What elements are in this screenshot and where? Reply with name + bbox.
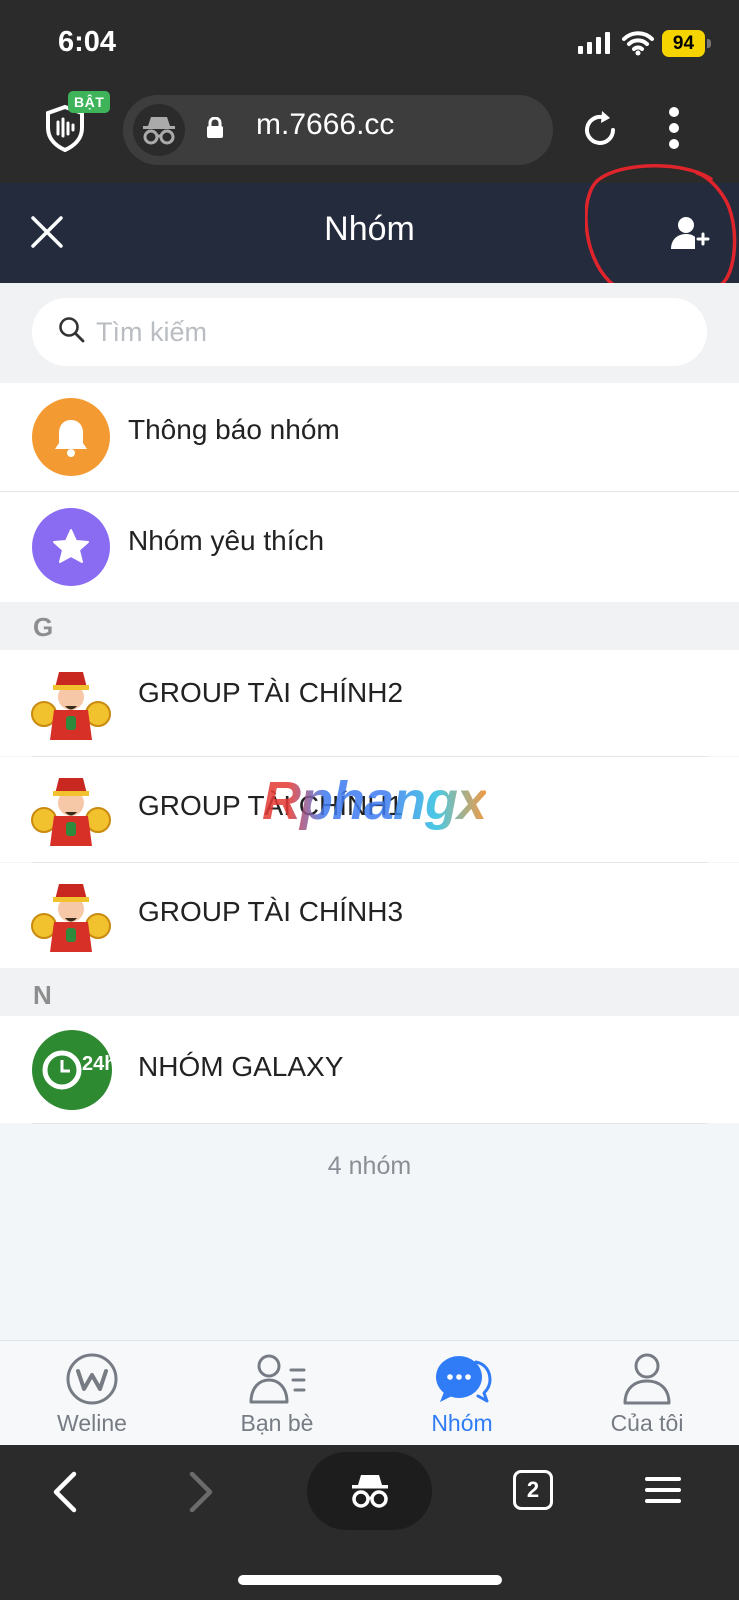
tab-switcher-button[interactable]: 2 <box>513 1470 553 1510</box>
incognito-icon <box>143 117 175 145</box>
search-icon <box>59 317 85 343</box>
god-of-wealth-avatar <box>31 884 111 952</box>
group-count: 4 nhóm <box>327 1152 412 1180</box>
group-row[interactable]: GROUP TÀI CHÍNH2 <box>0 650 739 756</box>
list-item-label: Nhóm yêu thích <box>128 525 325 556</box>
cellular-signal-icon <box>578 32 613 54</box>
god-of-wealth-avatar <box>31 672 111 740</box>
tab-label: Weline <box>57 1410 127 1436</box>
more-menu-icon[interactable] <box>668 106 680 150</box>
wifi-icon <box>622 31 654 56</box>
chat-bubbles-icon <box>436 1356 492 1403</box>
tab-weline[interactable]: Weline <box>22 1340 162 1445</box>
back-icon[interactable] <box>50 1470 80 1514</box>
tab-profile[interactable]: Của tôi <box>577 1340 717 1445</box>
forward-icon[interactable] <box>186 1470 216 1514</box>
tab-friends[interactable]: Bạn bè <box>207 1340 347 1445</box>
hamburger-menu-icon[interactable] <box>645 1476 681 1504</box>
watermark-text: Rphangx <box>262 771 487 831</box>
status-time: 6:04 <box>58 26 117 58</box>
tab-label: Của tôi <box>610 1410 684 1436</box>
shield-on-badge: BẬT <box>68 91 111 113</box>
group-row[interactable]: GROUP TÀI CHÍNH3 <box>0 863 739 968</box>
notification-avatar <box>32 398 110 476</box>
section-header-g: G <box>0 602 739 650</box>
incognito-button[interactable] <box>307 1452 432 1530</box>
tab-label: Bạn bè <box>240 1410 314 1436</box>
friends-icon <box>249 1354 306 1404</box>
list-item-label: Thông báo nhóm <box>128 414 340 445</box>
divider <box>32 1123 707 1124</box>
bell-icon <box>55 420 87 457</box>
profile-icon <box>623 1353 671 1405</box>
battery-indicator: 94 <box>662 30 714 57</box>
clock-24h-avatar: 24h <box>32 1030 112 1110</box>
star-icon <box>53 529 89 563</box>
list-item-favorite-groups[interactable]: Nhóm yêu thích <box>0 492 739 602</box>
group-name: GROUP TÀI CHÍNH3 <box>138 896 404 927</box>
tab-label: Nhóm <box>431 1410 493 1436</box>
home-indicator <box>238 1575 502 1585</box>
svg-text:24h: 24h <box>82 1053 112 1075</box>
god-of-wealth-avatar <box>31 778 111 846</box>
search-input[interactable] <box>96 310 656 354</box>
weline-icon <box>66 1353 118 1405</box>
section-header-n: N <box>0 968 739 1016</box>
reload-icon[interactable] <box>580 110 620 150</box>
url-text[interactable]: m.7666.cc <box>256 108 394 142</box>
group-name: NHÓM GALAXY <box>138 1051 344 1082</box>
section-letter: N <box>33 980 52 1010</box>
battery-level: 94 <box>662 30 705 57</box>
incognito-icon <box>352 1475 388 1508</box>
lock-icon <box>207 117 223 138</box>
section-letter: G <box>33 612 54 642</box>
tab-groups[interactable]: Nhóm <box>392 1340 532 1445</box>
group-name: GROUP TÀI CHÍNH2 <box>138 677 404 708</box>
favorite-avatar <box>32 508 110 586</box>
group-row[interactable]: 24h NHÓM GALAXY <box>0 1016 739 1123</box>
list-item-group-notifications[interactable]: Thông báo nhóm <box>0 383 739 491</box>
